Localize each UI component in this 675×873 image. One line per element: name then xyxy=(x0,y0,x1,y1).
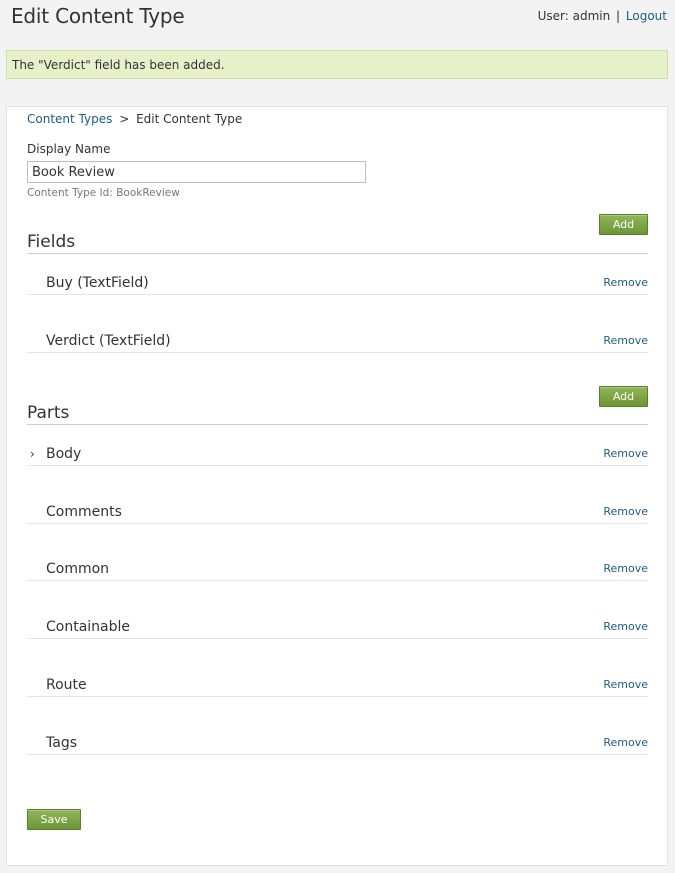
success-message: The "Verdict" field has been added. xyxy=(6,50,668,79)
part-name: Common xyxy=(46,561,110,577)
part-row: Containable Remove xyxy=(27,619,648,639)
remove-part-link[interactable]: Remove xyxy=(603,447,648,460)
display-name-label: Display Name xyxy=(27,142,111,156)
field-row: Buy (TextField) Remove xyxy=(27,275,648,295)
part-name: Body xyxy=(46,446,82,462)
part-row: › Body Remove xyxy=(27,446,648,466)
remove-field-link[interactable]: Remove xyxy=(603,276,648,289)
breadcrumb-separator: > xyxy=(119,112,130,126)
remove-field-link[interactable]: Remove xyxy=(603,334,648,347)
logout-link[interactable]: Logout xyxy=(626,9,667,23)
breadcrumb-current: Edit Content Type xyxy=(136,112,243,126)
remove-part-link[interactable]: Remove xyxy=(603,562,648,575)
part-name: Comments xyxy=(46,504,122,520)
fields-heading: Fields xyxy=(27,232,648,254)
field-name: Verdict (TextField) xyxy=(46,333,171,349)
field-name: Buy (TextField) xyxy=(46,275,149,291)
save-button[interactable]: Save xyxy=(27,809,81,830)
edit-panel: Content Types > Edit Content Type Displa… xyxy=(6,106,668,866)
parts-heading: Parts xyxy=(27,403,648,425)
field-row: Verdict (TextField) Remove xyxy=(27,333,648,353)
part-name: Route xyxy=(46,677,87,693)
user-label: User: admin xyxy=(537,9,611,23)
remove-part-link[interactable]: Remove xyxy=(603,736,648,749)
remove-part-link[interactable]: Remove xyxy=(603,620,648,633)
separator: | xyxy=(616,9,621,23)
breadcrumb: Content Types > Edit Content Type xyxy=(27,112,242,126)
part-row: Route Remove xyxy=(27,677,648,697)
part-row: Common Remove xyxy=(27,561,648,581)
part-name: Containable xyxy=(46,619,131,635)
remove-part-link[interactable]: Remove xyxy=(603,678,648,691)
part-row: Tags Remove xyxy=(27,735,648,755)
display-name-input[interactable] xyxy=(27,161,366,183)
chevron-right-icon[interactable]: › xyxy=(30,447,35,461)
breadcrumb-content-types-link[interactable]: Content Types xyxy=(27,112,112,126)
remove-part-link[interactable]: Remove xyxy=(603,505,648,518)
part-row: Comments Remove xyxy=(27,504,648,524)
content-type-id-hint: Content Type Id: BookReview xyxy=(27,187,180,199)
user-box: User: admin | Logout xyxy=(538,9,667,23)
part-name: Tags xyxy=(46,735,77,751)
page-title: Edit Content Type xyxy=(11,4,185,28)
